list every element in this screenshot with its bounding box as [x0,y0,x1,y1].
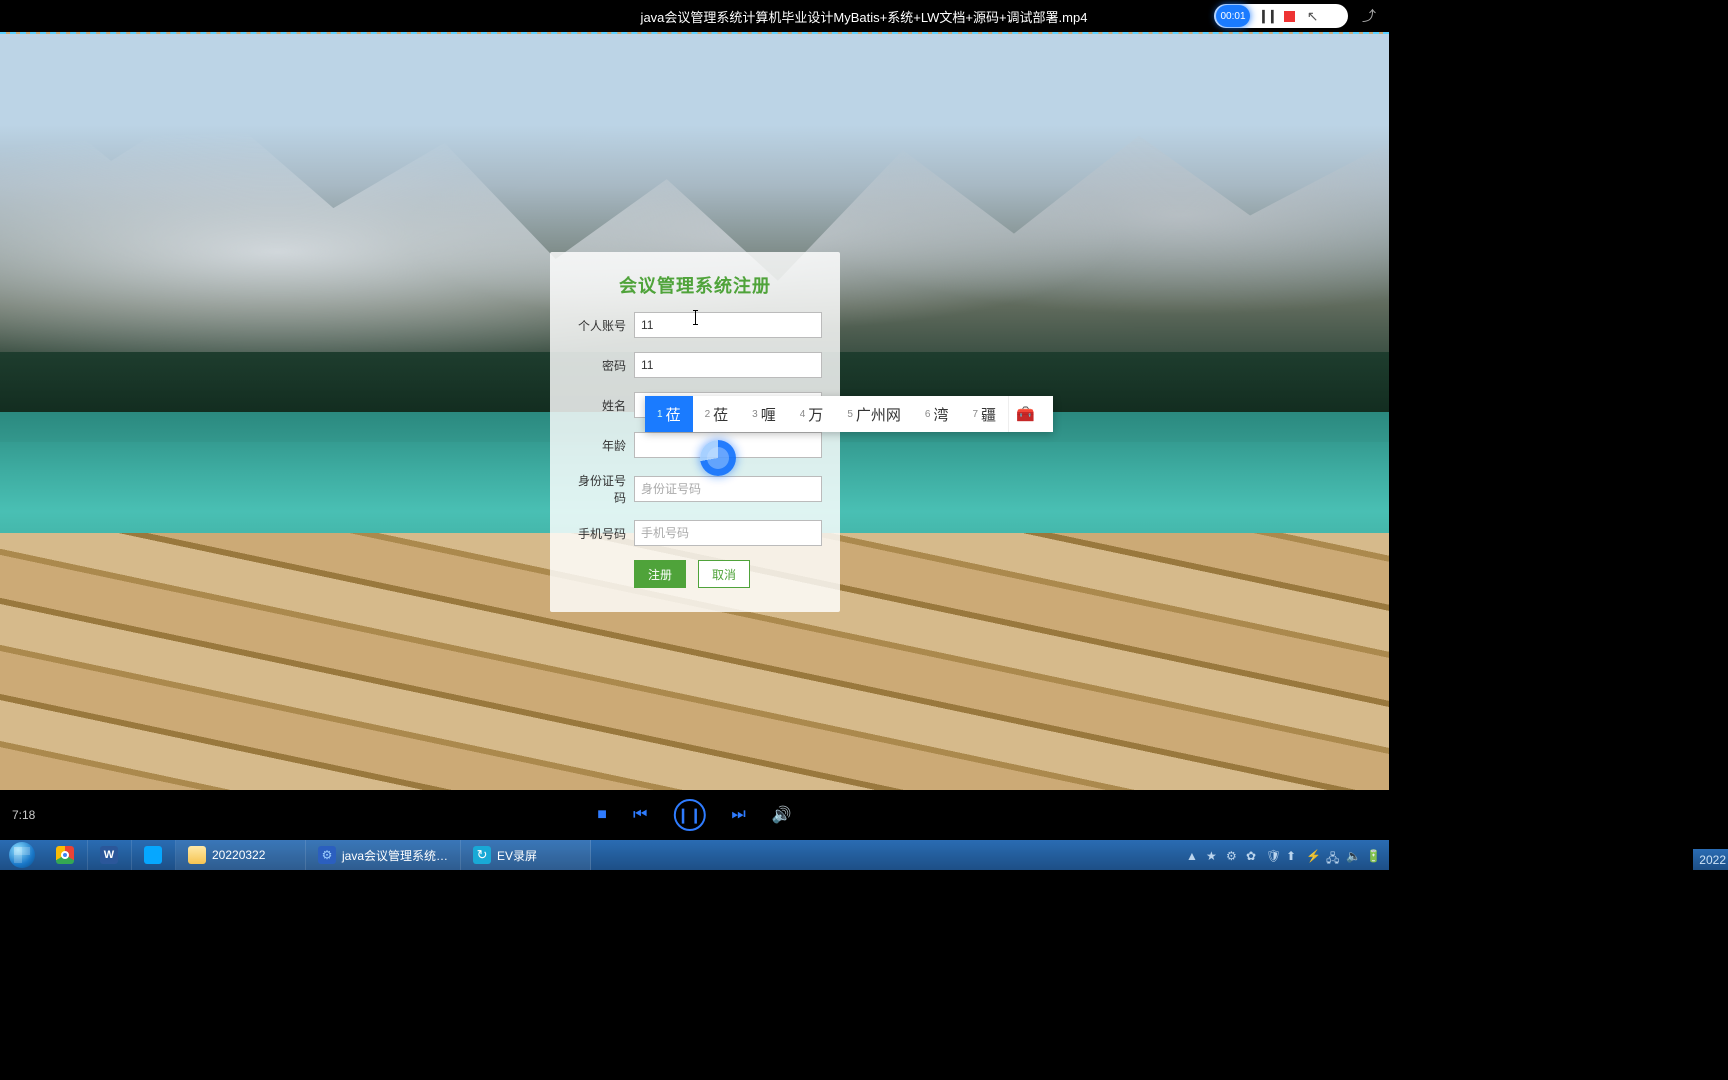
start-button[interactable] [0,840,44,870]
row-age: 年龄 [568,432,822,458]
tray-icon[interactable]: ▲ [1186,849,1199,862]
taskbar-ev-label: EV录屏 [497,847,537,864]
player-pause-icon[interactable]: ❙❙ [673,799,705,831]
taskbar-clock[interactable]: 2022 [1693,849,1728,870]
chrome-icon [56,846,74,864]
screen-recorder-pill[interactable]: 00:01 ❙❙ ↖ [1214,4,1348,28]
taskbar-java-app[interactable]: java会议管理系统… [306,840,461,870]
ime-candidate-3[interactable]: 3 喱 [740,396,788,432]
taskbar-java-label: java会议管理系统… [342,847,448,864]
row-phone: 手机号码 [568,520,822,546]
button-row: 注册 取消 [568,560,822,588]
label-password: 密码 [568,357,634,374]
tray-icon[interactable]: ⚡ [1306,849,1319,862]
taskbar-ev-recorder[interactable]: EV录屏 [461,840,591,870]
row-password: 密码 [568,352,822,378]
tray-icon[interactable]: ✿ [1246,849,1259,862]
taskbar-folder[interactable]: 20220322 [176,840,306,870]
ime-toolbox-icon[interactable]: 🧰 [1008,396,1042,432]
label-phone: 手机号码 [568,525,634,542]
recorder-pause-icon[interactable]: ❙❙ [1258,8,1276,24]
label-age: 年龄 [568,437,634,454]
player-prev-icon[interactable]: ⏮ [633,806,647,824]
pin-icon[interactable]: ⤴ [1362,6,1376,26]
registration-card: 会议管理系统注册 个人账号 密码 姓名 年龄 身份证号码 手机号码 注册 取消 [550,252,840,612]
windows-orb-icon [9,842,35,868]
ime-candidate-5[interactable]: 5 广州网 [835,396,913,432]
tray-network-icon[interactable]: 🖧 [1326,849,1339,862]
video-file-title: java会议管理系统计算机毕业设计MyBatis+系统+LW文档+源码+调试部署… [641,7,1088,26]
video-player-controls: 7:18 ■ ⏮ ❙❙ ⏭ 🔊 [0,790,1389,840]
taskbar-word[interactable] [88,840,132,870]
windows-taskbar[interactable]: 20220322 java会议管理系统… EV录屏 ▲ ★ ⚙ ✿ 🛡 ⬆ ⚡ … [0,840,1389,870]
ime-candidate-4[interactable]: 4 万 [788,396,836,432]
taskbar-chrome[interactable] [44,840,88,870]
row-idcard: 身份证号码 [568,472,822,506]
input-account[interactable] [634,312,822,338]
tray-icon[interactable]: ⚙ [1226,849,1239,862]
ev-icon [473,846,491,864]
input-password[interactable] [634,352,822,378]
tray-icon[interactable]: ⬆ [1286,849,1299,862]
loading-spinner-icon [700,440,736,476]
bottom-black-fill [0,870,1728,1080]
baidu-icon [144,846,162,864]
recorder-stop-icon[interactable] [1284,11,1295,22]
taskbar-baidu[interactable] [132,840,176,870]
player-stop-icon[interactable]: ■ [597,806,607,824]
input-phone[interactable] [634,520,822,546]
recorder-cursor-icon: ↖ [1307,8,1319,25]
player-volume-icon[interactable]: 🔊 [772,805,792,825]
label-idcard: 身份证号码 [568,472,634,506]
register-button[interactable]: 注册 [634,560,686,588]
ime-candidate-1[interactable]: 1 莅 [645,396,693,432]
label-name: 姓名 [568,397,634,414]
word-icon [100,846,118,864]
tray-battery-icon[interactable]: 🔋 [1366,849,1379,862]
player-center-controls: ■ ⏮ ❙❙ ⏭ 🔊 [597,799,791,831]
tray-icon[interactable]: ★ [1206,849,1219,862]
system-tray[interactable]: ▲ ★ ⚙ ✿ 🛡 ⬆ ⚡ 🖧 🔈 🔋 [1176,840,1389,870]
row-account: 个人账号 [568,312,822,338]
folder-icon [188,846,206,864]
input-idcard[interactable] [634,476,822,502]
video-title-bar: java会议管理系统计算机毕业设计MyBatis+系统+LW文档+源码+调试部署… [0,0,1728,32]
playback-time: 7:18 [12,808,35,822]
recorder-timer: 00:01 [1216,5,1250,27]
registration-title: 会议管理系统注册 [568,272,822,298]
taskbar-folder-label: 20220322 [212,848,265,862]
ime-candidate-7[interactable]: 7 疆 [960,396,1008,432]
tray-icon[interactable]: 🛡 [1266,849,1279,862]
tray-volume-icon[interactable]: 🔈 [1346,849,1359,862]
ime-candidate-bar[interactable]: 1 莅 2 莅 3 喱 4 万 5 广州网 6 湾 7 疆 🧰 [645,396,1053,432]
player-next-icon[interactable]: ⏭ [731,806,745,824]
cancel-button[interactable]: 取消 [698,560,750,588]
label-account: 个人账号 [568,317,634,334]
ime-candidate-2[interactable]: 2 莅 [693,396,741,432]
ime-candidate-6[interactable]: 6 湾 [913,396,961,432]
gear-icon [318,846,336,864]
